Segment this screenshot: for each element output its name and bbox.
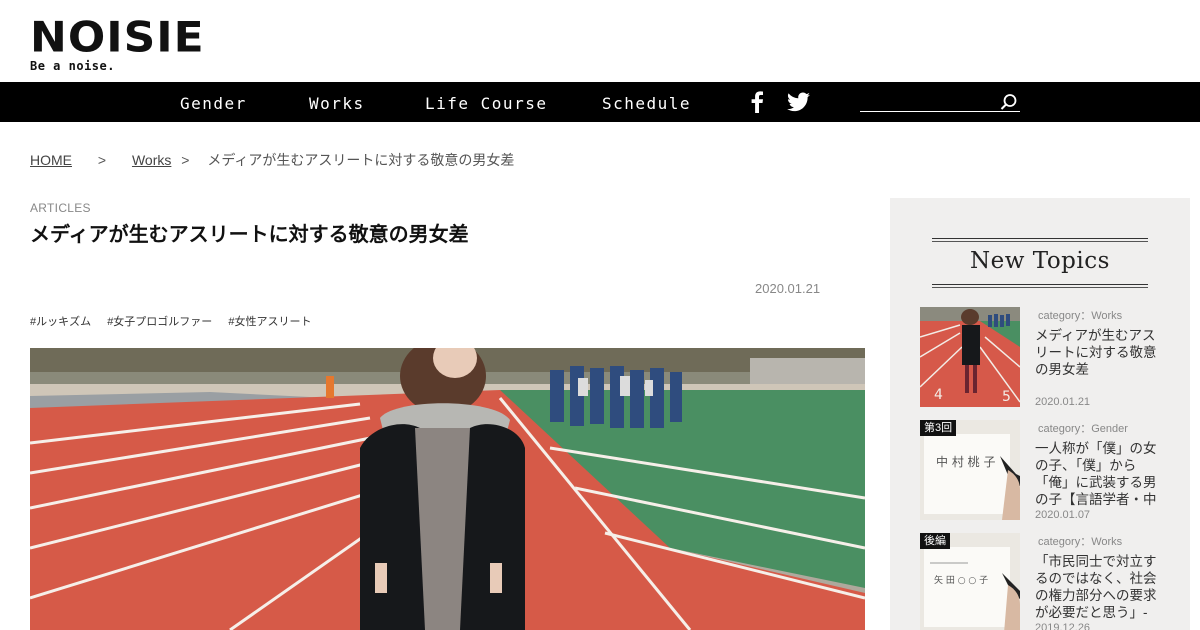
tag-lookism[interactable]: #ルッキズム <box>30 316 91 328</box>
topic-badge: 後編 <box>920 533 950 549</box>
svg-text:4: 4 <box>934 387 943 403</box>
nav-life-course[interactable]: Life Course <box>425 94 547 113</box>
topic-item[interactable]: 矢 田 ○ ○ 子 後編 category：Works 「市民同士で対立するので… <box>920 533 1170 630</box>
svg-text:5: 5 <box>1002 389 1011 405</box>
topic-category[interactable]: category：Gender <box>1038 420 1128 436</box>
search-input[interactable] <box>860 92 998 110</box>
topic-thumbnail[interactable]: 中 村 桃 子 第3回 <box>920 420 1020 520</box>
nav-schedule[interactable]: Schedule <box>602 94 691 113</box>
heading-rule <box>932 238 1148 239</box>
section-label: ARTICLES <box>30 201 91 215</box>
search-box <box>860 92 1020 112</box>
heading-rule <box>932 241 1148 242</box>
topic-date: 2019.12.26 <box>1035 622 1091 630</box>
topic-thumbnail[interactable]: 4 5 <box>920 307 1020 407</box>
topic-item[interactable]: 中 村 桃 子 第3回 category：Gender 一人称が「僕」の女の子、… <box>920 420 1170 521</box>
breadcrumb-works[interactable]: Works <box>132 152 171 168</box>
breadcrumb-separator: > <box>97 152 107 168</box>
site-logo[interactable]: NOISIE Be a noise. <box>30 17 205 73</box>
main-navbar: Gender Works Life Course Schedule <box>0 82 1200 122</box>
facebook-icon[interactable] <box>750 91 764 113</box>
breadcrumb-home[interactable]: HOME <box>30 152 72 168</box>
search-icon[interactable] <box>1000 93 1018 111</box>
article-date: 2020.01.21 <box>755 281 821 296</box>
topic-date: 2020.01.07 <box>1035 509 1091 521</box>
breadcrumb-current: メディアが生むアスリートに対する敬意の男女差 <box>207 152 515 168</box>
heading-rule <box>932 287 1148 288</box>
topic-title[interactable]: 一人称が「僕」の女の子、「僕」から「俺」に武装する男の子【言語学者・中 <box>1035 440 1157 508</box>
topic-category[interactable]: category：Works <box>1038 307 1122 323</box>
svg-text:中 村 桃 子: 中 村 桃 子 <box>936 454 995 469</box>
tag-women-athlete[interactable]: #女性アスリート <box>228 316 311 328</box>
topic-item[interactable]: 4 5 category：Works メディアが生むアスリートに対する敬意の男女… <box>920 307 1170 408</box>
heading-rule <box>932 284 1148 285</box>
nav-gender[interactable]: Gender <box>180 94 247 113</box>
breadcrumb: HOME > Works > メディアが生むアスリートに対する敬意の男女差 <box>30 150 514 170</box>
sidebar-heading: New Topics <box>970 248 1110 274</box>
article-title: メディアが生むアスリートに対する敬意の男女差 <box>30 224 469 246</box>
twitter-icon[interactable] <box>787 91 810 113</box>
hero-image <box>30 348 865 630</box>
tag-women-pro-golfer[interactable]: #女子プロゴルファー <box>107 316 212 328</box>
topic-thumbnail[interactable]: 矢 田 ○ ○ 子 後編 <box>920 533 1020 630</box>
tag-list: #ルッキズム #女子プロゴルファー #女性アスリート <box>30 313 325 329</box>
svg-text:矢 田 ○ ○ 子: 矢 田 ○ ○ 子 <box>934 574 988 586</box>
topic-category[interactable]: category：Works <box>1038 533 1122 549</box>
topic-badge: 第3回 <box>920 420 957 436</box>
topic-title[interactable]: メディアが生むアスリートに対する敬意の男女差 <box>1035 327 1157 395</box>
sidebar-new-topics: New Topics 4 5 category：Works メディアが生むアスリ… <box>890 198 1190 630</box>
breadcrumb-separator: > <box>181 152 190 168</box>
hero-photo-running-track <box>30 348 865 630</box>
topic-thumbnail-photo: 4 5 <box>920 307 1020 407</box>
nav-works[interactable]: Works <box>309 94 365 113</box>
topic-date: 2020.01.21 <box>1035 396 1091 408</box>
logo-text[interactable]: NOISIE <box>30 17 205 59</box>
topic-title[interactable]: 「市民同士で対立するのではなく、社会の権力部分への要求が必要だと思う」-対 <box>1035 553 1157 621</box>
